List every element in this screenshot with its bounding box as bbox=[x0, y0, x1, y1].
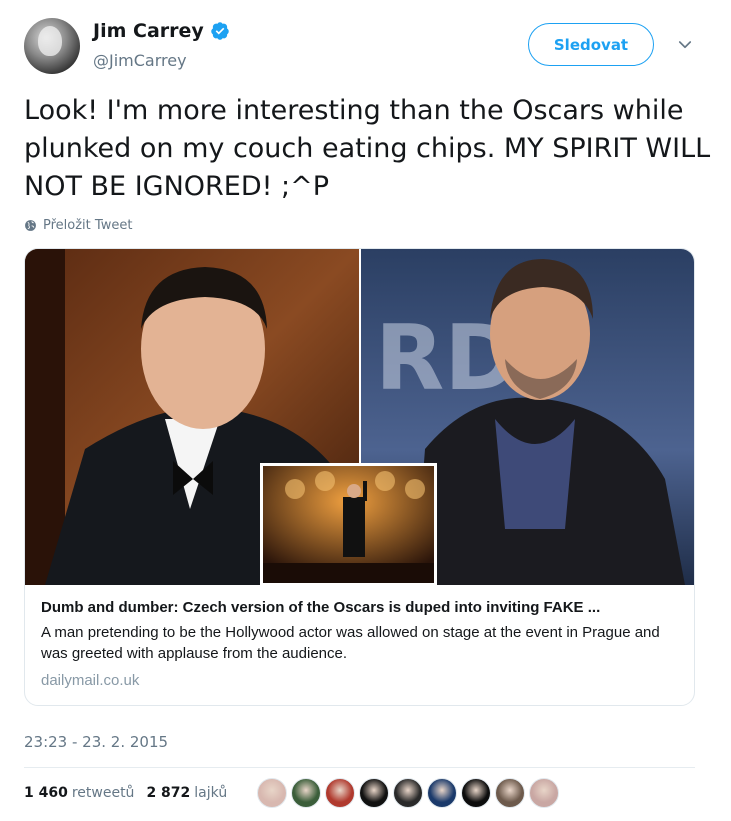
retweets-label: retweetů bbox=[71, 785, 135, 801]
retweets-stat[interactable]: 1 460 retweetů bbox=[24, 785, 134, 801]
card-body: Dumb and dumber: Czech version of the Os… bbox=[25, 585, 694, 705]
likes-count: 2 872 bbox=[146, 785, 191, 801]
author-name-row: Jim Carrey bbox=[93, 20, 230, 42]
likes-label: lajků bbox=[194, 785, 228, 801]
author-handle[interactable]: @JimCarrey bbox=[93, 51, 187, 70]
likes-stat[interactable]: 2 872 lajků bbox=[146, 785, 227, 801]
card-domain[interactable]: dailymail.co.uk bbox=[41, 672, 680, 689]
liker-avatar[interactable] bbox=[461, 778, 491, 808]
liker-avatar[interactable] bbox=[325, 778, 355, 808]
card-description: A man pretending to be the Hollywood act… bbox=[41, 624, 660, 662]
liker-avatar[interactable] bbox=[359, 778, 389, 808]
liker-avatar[interactable] bbox=[427, 778, 457, 808]
card-title[interactable]: Dumb and dumber: Czech version of the Os… bbox=[41, 599, 680, 616]
globe-icon bbox=[25, 220, 36, 231]
follow-button[interactable]: Sledovat bbox=[528, 23, 654, 66]
liker-avatar[interactable] bbox=[529, 778, 559, 808]
liker-avatar[interactable] bbox=[393, 778, 423, 808]
author-name[interactable]: Jim Carrey bbox=[93, 20, 204, 42]
tweet-text: Look! I'm more interesting than the Osca… bbox=[24, 95, 711, 202]
liker-avatar[interactable] bbox=[291, 778, 321, 808]
verified-badge-icon bbox=[211, 22, 229, 40]
link-card[interactable]: RD Dumb and dumber: Czech version of the… bbox=[24, 248, 695, 706]
liker-avatar[interactable] bbox=[495, 778, 525, 808]
tweet-stats: 1 460 retweetů 2 872 lajků bbox=[24, 785, 239, 801]
translate-label: Přeložit Tweet bbox=[43, 218, 133, 233]
translate-tweet-link[interactable]: Přeložit Tweet bbox=[24, 218, 132, 233]
tweet-timestamp[interactable]: 23:23 - 23. 2. 2015 bbox=[24, 733, 168, 751]
liker-avatars bbox=[257, 778, 563, 808]
retweets-count: 1 460 bbox=[24, 785, 68, 801]
card-image: RD bbox=[25, 249, 694, 585]
avatar[interactable] bbox=[24, 18, 80, 74]
liker-avatar[interactable] bbox=[257, 778, 287, 808]
chevron-down-icon[interactable] bbox=[676, 36, 694, 54]
divider bbox=[24, 767, 695, 768]
